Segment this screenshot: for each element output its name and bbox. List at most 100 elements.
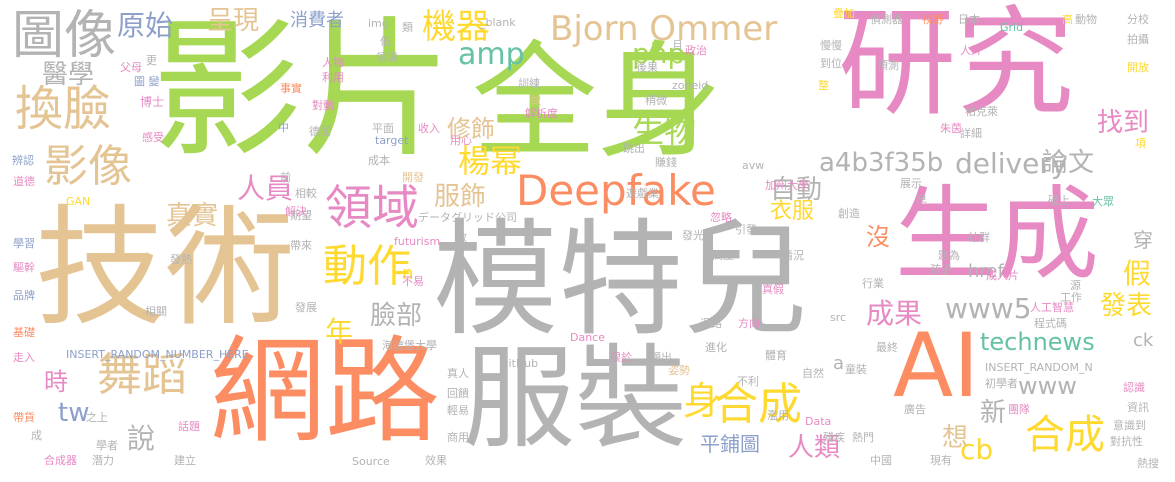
cloud-word: 發表	[1100, 291, 1153, 321]
cloud-word: 題為	[938, 249, 960, 262]
cloud-word: 拍攝	[1127, 33, 1149, 46]
cloud-word: 衣服	[770, 199, 815, 224]
cloud-word: 整	[818, 79, 829, 92]
cloud-word: 收入	[418, 122, 440, 135]
cloud-word: img	[368, 17, 389, 30]
cloud-word: 熱門	[852, 431, 874, 444]
cloud-word: 早	[916, 194, 927, 207]
cloud-word: 孩子	[930, 263, 952, 276]
cloud-word: 顯出	[650, 351, 672, 364]
cloud-word: 展示	[900, 177, 922, 190]
cloud-word: 類	[402, 21, 413, 34]
cloud-word: www	[1018, 372, 1077, 400]
cloud-word: 服飾	[434, 182, 487, 212]
cloud-word: 殘疾	[823, 431, 845, 444]
cloud-word: 不利	[737, 375, 759, 388]
cloud-word: 方向	[738, 317, 760, 330]
cloud-word: GAN	[66, 195, 91, 208]
cloud-word: 訓練	[518, 77, 540, 90]
cloud-word: 情況	[782, 249, 804, 262]
cloud-word: 發展	[295, 301, 317, 314]
cloud-word: 月	[672, 39, 683, 52]
cloud-word: 碰上	[1048, 194, 1070, 207]
cloud-word: 醫學	[42, 60, 95, 90]
cloud-word: 領導	[376, 51, 398, 64]
cloud-word: 廣告	[904, 403, 926, 416]
cloud-word: 穿	[1133, 228, 1153, 252]
cloud-word: 平鋪圖	[700, 432, 760, 456]
cloud-word: technews	[980, 328, 1095, 356]
cloud-word: 時	[44, 368, 68, 396]
cloud-word: 中國	[870, 454, 892, 467]
cloud-word: 視野	[922, 13, 944, 26]
cloud-word: 呈現	[207, 6, 260, 36]
cloud-word: 初學者	[985, 377, 1018, 390]
cloud-word: 真人	[447, 367, 469, 380]
cloud-word: 行業	[862, 277, 884, 290]
cloud-word: 人物	[322, 56, 344, 69]
cloud-word: 年	[325, 315, 354, 348]
cloud-word: 品牌	[13, 289, 35, 302]
cloud-word: 更	[146, 54, 157, 67]
cloud-word: 中	[278, 121, 289, 134]
cloud-word: 原始	[117, 9, 174, 42]
cloud-word: GitHub	[500, 357, 539, 370]
cloud-word: 平面	[372, 122, 394, 135]
cloud-word: 領域	[325, 181, 419, 236]
cloud-word: 話題	[178, 420, 200, 433]
cloud-word: 迴路	[700, 317, 722, 330]
cloud-word: 博士	[140, 95, 165, 109]
cloud-word: 教	[456, 231, 467, 244]
cloud-word: 真假	[762, 283, 784, 296]
cloud-word: 效果	[425, 454, 447, 467]
cloud-word: 限於	[610, 351, 632, 364]
cloud-word: www5	[945, 292, 1032, 325]
cloud-word: Dance	[570, 331, 605, 344]
cloud-word: 事實	[280, 82, 302, 95]
cloud-word: 預測	[877, 59, 899, 72]
cloud-word: target	[375, 134, 409, 147]
cloud-word: 詳細	[960, 127, 982, 140]
cloud-word: 楊幂	[458, 142, 523, 180]
cloud-word: AI	[893, 314, 980, 417]
cloud-word: 開放	[1127, 61, 1149, 74]
cloud-word: 圖像	[12, 6, 117, 66]
cloud-word: 加州大學	[765, 179, 809, 192]
cloud-word: 真實	[166, 201, 219, 231]
cloud-word: 成	[31, 429, 42, 442]
cloud-word: 意識到	[1113, 419, 1146, 432]
cloud-word: 論文	[1042, 148, 1095, 178]
cloud-word: 學者	[96, 439, 118, 452]
cloud-word: 解析度	[525, 107, 558, 120]
cloud-word: 資訊	[1127, 401, 1149, 414]
cloud-word: 項	[1135, 137, 1146, 150]
cloud-word: 商用	[447, 431, 469, 444]
cloud-word: 做	[530, 94, 541, 107]
cloud-word: 建立	[174, 454, 196, 467]
cloud-word: 進化	[705, 341, 727, 354]
cloud-word: 分校	[1127, 13, 1149, 26]
cloud-word: 偵測器	[870, 13, 903, 26]
cloud-word: 團隊	[1008, 403, 1030, 416]
cloud-word: futurism	[394, 235, 441, 248]
cloud-word: 柏克萊	[965, 105, 998, 118]
cloud-word: 成本	[368, 154, 390, 167]
cloud-word: 政治	[685, 44, 707, 57]
cloud-word: 之上	[86, 411, 108, 424]
cloud-word: 找到	[1097, 108, 1150, 138]
cloud-word: INSERT_RANDOM_NUMBER_HERE	[66, 348, 249, 361]
cloud-word: 前	[280, 171, 291, 184]
cloud-word: Deepfake	[516, 166, 716, 215]
cloud-word: 父母	[120, 61, 142, 74]
cloud-word: 引發	[735, 223, 757, 236]
cloud-word: 朱茵	[940, 122, 962, 135]
cloud-word: 走入	[13, 351, 35, 364]
cloud-word: 說	[127, 422, 156, 455]
cloud-word: avw	[742, 159, 765, 172]
cloud-word: 日本	[958, 13, 980, 26]
cloud-word: 新	[980, 398, 1007, 428]
cloud-word: a4b3f35b	[819, 148, 944, 178]
cloud-word: 驅幹	[13, 261, 35, 274]
cloud-word: 帶貨	[13, 411, 35, 424]
cloud-word: 源	[1070, 279, 1081, 292]
